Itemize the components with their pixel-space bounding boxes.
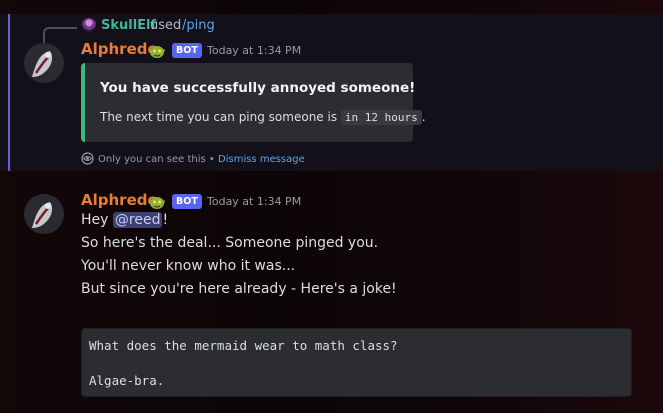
user-mention[interactable]: @reed	[112, 212, 163, 228]
message-timestamp[interactable]: Today at 1:34 PM	[207, 195, 301, 208]
bot-tag: BOT	[172, 194, 202, 209]
message-line: You'll never know who it was...	[81, 258, 296, 274]
dismiss-message-link[interactable]: Dismiss message	[218, 154, 305, 165]
embed: You have successfully annoyed someone! T…	[81, 63, 426, 142]
bot-tag: BOT	[172, 43, 202, 58]
goblin-emoji-icon	[148, 194, 166, 210]
code-line: Algae-bra.	[89, 373, 165, 388]
avatar-image	[24, 43, 64, 83]
bot-username[interactable]: Alphredo	[81, 40, 158, 58]
reply-command[interactable]: /ping	[182, 18, 215, 33]
avatar-image	[24, 194, 64, 234]
greeting-suffix: !	[162, 212, 169, 228]
reply-username[interactable]: SkullElf	[101, 18, 156, 33]
message-timestamp[interactable]: Today at 1:34 PM	[207, 44, 301, 57]
notice-separator: •	[208, 154, 215, 165]
reply-spine	[43, 27, 77, 43]
reply-avatar[interactable]	[82, 18, 96, 32]
eye-icon	[81, 152, 94, 165]
message-line: So here's the deal... Someone pinged you…	[81, 235, 379, 251]
embed-description: The next time you can ping someone is in…	[100, 110, 426, 125]
embed-description-suffix: .	[421, 110, 426, 124]
ephemeral-message-bar	[8, 14, 10, 171]
code-line: What does the mermaid wear to math class…	[89, 338, 398, 353]
ephemeral-notice: Only you can see this • Dismiss message	[81, 152, 305, 165]
embed-description-text: The next time you can ping someone is	[100, 110, 338, 124]
code-block: What does the mermaid wear to math class…	[81, 328, 632, 397]
message-line: Hey @reed!	[81, 212, 168, 228]
avatar[interactable]	[24, 194, 64, 234]
embed-title: You have successfully annoyed someone!	[100, 80, 416, 96]
message-line: But since you're here already - Here's a…	[81, 281, 397, 297]
avatar[interactable]	[24, 43, 64, 83]
goblin-emoji-icon	[148, 43, 166, 59]
inline-code: in 12 hours	[340, 110, 422, 125]
ephemeral-notice-text: Only you can see this	[98, 154, 206, 165]
greeting-text: Hey	[81, 212, 109, 228]
bot-username[interactable]: Alphredo	[81, 191, 158, 209]
reply-used-text: used	[150, 18, 182, 33]
